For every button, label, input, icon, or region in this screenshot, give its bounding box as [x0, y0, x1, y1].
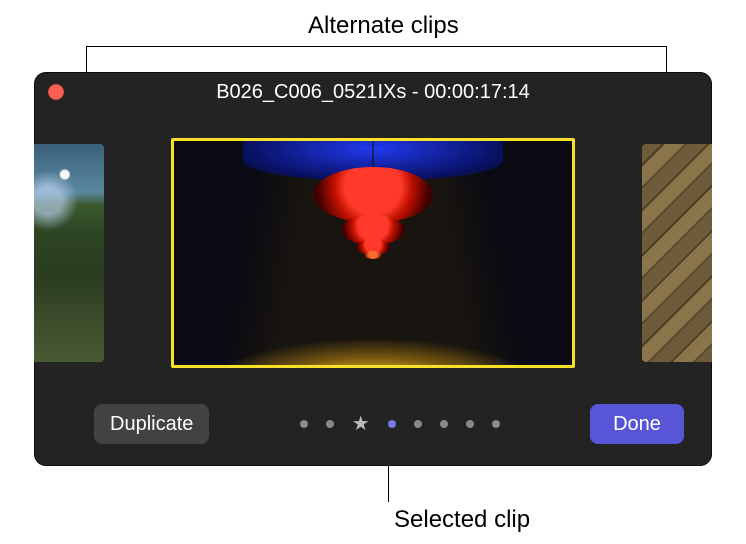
thumbnail-image [174, 141, 572, 365]
pager-dot[interactable] [326, 420, 334, 428]
callout-selected-clip: Selected clip [394, 506, 530, 534]
pager-dot[interactable] [492, 420, 500, 428]
selected-clip[interactable] [171, 138, 575, 368]
page-indicator: ★ [209, 414, 590, 434]
callout-line [86, 46, 388, 47]
window-title: B026_C006_0521IXs - 00:00:17:14 [78, 81, 668, 104]
alternate-clip-left[interactable] [34, 144, 104, 362]
duplicate-button[interactable]: Duplicate [94, 404, 209, 444]
pager-star-icon[interactable]: ★ [352, 414, 370, 434]
close-icon[interactable] [48, 84, 64, 100]
audition-window: B026_C006_0521IXs - 00:00:17:14 Duplicat… [34, 72, 712, 466]
pager-dot[interactable] [440, 420, 448, 428]
pager-dot[interactable] [466, 420, 474, 428]
done-button[interactable]: Done [590, 404, 684, 444]
callout-alternate-clips: Alternate clips [308, 12, 459, 40]
alternate-clip-right[interactable] [642, 144, 712, 362]
pager-dot[interactable] [414, 420, 422, 428]
clip-filmstrip [34, 112, 712, 392]
pager-dot[interactable] [300, 420, 308, 428]
thumbnail-image [642, 144, 712, 362]
titlebar: B026_C006_0521IXs - 00:00:17:14 [34, 72, 712, 112]
footer-bar: Duplicate ★ Done [34, 392, 712, 466]
thumbnail-image [34, 144, 104, 362]
callout-line [388, 46, 666, 47]
pager-dot[interactable] [388, 420, 396, 428]
